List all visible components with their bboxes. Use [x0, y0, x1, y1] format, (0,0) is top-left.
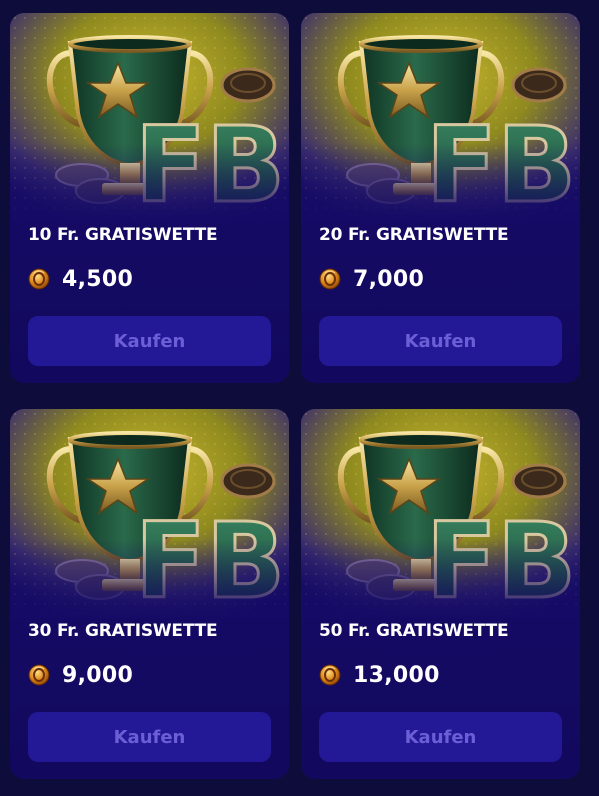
trophy-illustration: FB [301, 13, 580, 223]
kaufen-button[interactable]: Kaufen [28, 712, 271, 762]
shop-grid: FB 10 Fr. GRATISWETTE 4,500 Kaufen [0, 0, 599, 796]
kaufen-button[interactable]: Kaufen [28, 316, 271, 366]
coin-icon [319, 268, 341, 290]
coin-icon [28, 268, 50, 290]
card-price: 9,000 [62, 662, 134, 688]
price-row: 7,000 [319, 264, 424, 294]
price-row: 13,000 [319, 660, 440, 690]
card-title: 50 Fr. GRATISWETTE [319, 621, 509, 641]
card-price: 13,000 [353, 662, 440, 688]
shop-card-freebet-30[interactable]: FB 30 Fr. GRATISWETTE 9,000 Kaufen [10, 409, 289, 779]
price-row: 9,000 [28, 660, 133, 690]
card-title: 10 Fr. GRATISWETTE [28, 225, 218, 245]
card-title: 20 Fr. GRATISWETTE [319, 225, 509, 245]
kaufen-button[interactable]: Kaufen [319, 712, 562, 762]
coin-icon [319, 664, 341, 686]
card-title: 30 Fr. GRATISWETTE [28, 621, 218, 641]
trophy-illustration: FB [301, 409, 580, 619]
kaufen-button[interactable]: Kaufen [319, 316, 562, 366]
trophy-illustration: FB [10, 13, 289, 223]
price-row: 4,500 [28, 264, 133, 294]
shop-card-freebet-50[interactable]: FB 50 Fr. GRATISWETTE 13,000 Kaufen [301, 409, 580, 779]
card-price: 7,000 [353, 266, 425, 292]
shop-card-freebet-10[interactable]: FB 10 Fr. GRATISWETTE 4,500 Kaufen [10, 13, 289, 383]
card-price: 4,500 [62, 266, 134, 292]
coin-icon [28, 664, 50, 686]
shop-card-freebet-20[interactable]: FB 20 Fr. GRATISWETTE 7,000 Kaufen [301, 13, 580, 383]
trophy-illustration: FB [10, 409, 289, 619]
